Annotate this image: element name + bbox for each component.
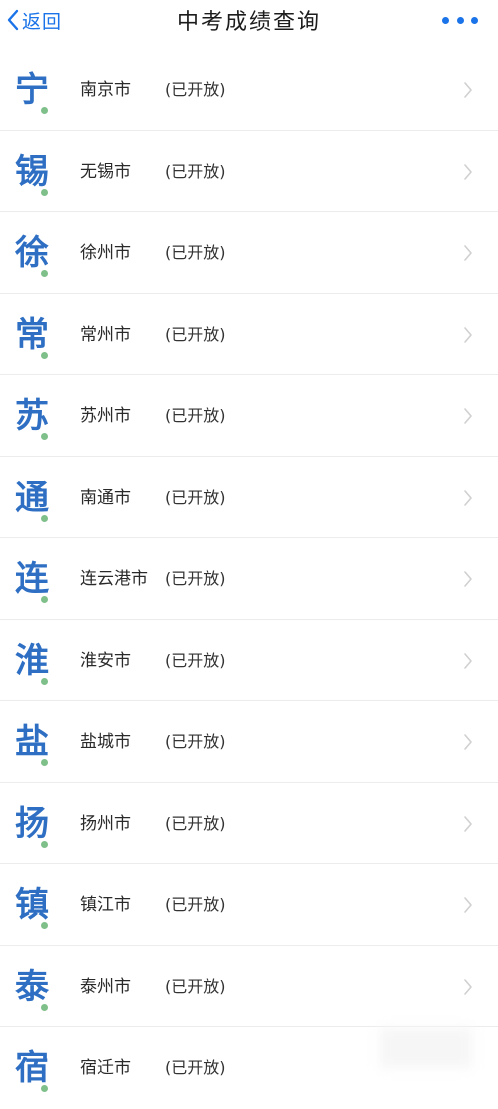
status-label: (已开放) [165,1058,226,1077]
more-options-button[interactable] [442,10,478,30]
city-glyph-icon: 锡 [15,151,49,192]
city-glyph-icon: 通 [15,477,49,518]
status-label: (已开放) [165,487,226,507]
dot-icon [41,922,48,929]
status-label: (已开放) [165,406,226,425]
more-dot-icon [442,16,449,24]
chevron-right-icon [464,82,472,98]
dot-icon [41,596,48,603]
chevron-right-icon [464,815,472,832]
more-dot-icon [471,16,478,24]
list-item[interactable]: 锡 无锡市 (已开放) [0,131,498,212]
dot-icon [41,1085,48,1092]
dot-icon [41,1003,48,1011]
status-label: (已开放) [165,243,226,262]
city-name: 泰州市 [80,976,131,997]
back-label: 返回 [22,10,63,33]
dot-icon [41,514,48,522]
dot-icon [41,107,48,114]
nav-bar: 返回 中考成绩查询 [0,0,498,46]
dot-icon [41,759,48,766]
list-item[interactable]: 镇 镇江市 (已开放) [0,864,498,946]
status-label: (已开放) [165,650,226,670]
list-item[interactable]: 通 南通市 (已开放) [0,457,498,538]
city-name: 南京市 [80,80,131,100]
city-glyph-icon: 盐 [15,722,49,762]
list-item[interactable]: 常 常州市 (已开放) [0,294,498,375]
list-item[interactable]: 连 连云港市 (已开放) [0,538,498,620]
list-item[interactable]: 宁 南京市 (已开放) [0,49,498,131]
city-name: 苏州市 [80,406,131,426]
city-name: 南通市 [80,487,131,508]
list-item[interactable]: 徐 徐州市 (已开放) [0,212,498,294]
chevron-right-icon [464,652,472,669]
dot-icon [41,840,48,848]
city-name: 徐州市 [80,243,131,263]
city-name: 淮安市 [80,650,131,671]
page-title: 中考成绩查询 [176,10,321,35]
list-item[interactable]: 盐 盐城市 (已开放) [0,701,498,783]
chevron-right-icon [464,163,472,180]
city-name: 镇江市 [80,895,131,915]
city-name: 宿迁市 [80,1058,131,1078]
city-name: 盐城市 [80,732,131,752]
status-label: (已开放) [165,732,226,751]
blurred-area [380,1028,472,1068]
back-button[interactable]: 返回 [6,6,62,34]
chevron-left-icon [7,9,19,31]
city-glyph-icon: 镇 [15,885,49,925]
city-glyph-icon: 淮 [15,640,49,681]
dot-icon [41,433,48,440]
city-name: 连云港市 [80,569,148,589]
list-item[interactable]: 泰 泰州市 (已开放) [0,946,498,1027]
chevron-right-icon [464,978,472,995]
dot-icon [41,351,48,359]
city-glyph-icon: 连 [15,559,49,599]
list-item[interactable]: 淮 淮安市 (已开放) [0,620,498,701]
status-label: (已开放) [165,569,226,588]
chevron-right-icon [464,489,472,506]
city-name: 常州市 [80,324,131,345]
list-item[interactable]: 苏 苏州市 (已开放) [0,375,498,457]
city-glyph-icon: 宁 [15,70,49,110]
status-label: (已开放) [165,80,226,99]
chevron-right-icon [464,897,472,913]
status-label: (已开放) [165,976,226,996]
status-label: (已开放) [165,895,226,914]
city-glyph-icon: 扬 [15,803,49,844]
dot-icon [41,188,48,196]
city-name: 无锡市 [80,161,131,182]
status-label: (已开放) [165,813,226,833]
chevron-right-icon [464,571,472,587]
city-list: 宁 南京市 (已开放) 锡 无锡市 (已开放) 徐 徐州市 (已开放) 常 常州… [0,49,498,1109]
city-glyph-icon: 常 [15,314,49,355]
dot-icon [41,677,48,685]
list-item[interactable]: 扬 扬州市 (已开放) [0,783,498,864]
dot-icon [41,270,48,277]
city-glyph-icon: 泰 [15,966,49,1007]
city-glyph-icon: 苏 [15,396,49,436]
chevron-right-icon [464,734,472,750]
chevron-right-icon [464,326,472,343]
more-dot-icon [456,16,464,24]
city-glyph-icon: 宿 [15,1048,49,1088]
chevron-right-icon [464,245,472,261]
chevron-right-icon [464,408,472,424]
status-label: (已开放) [165,324,226,344]
city-glyph-icon: 徐 [15,233,49,273]
city-name: 扬州市 [80,813,131,834]
status-label: (已开放) [165,161,226,181]
